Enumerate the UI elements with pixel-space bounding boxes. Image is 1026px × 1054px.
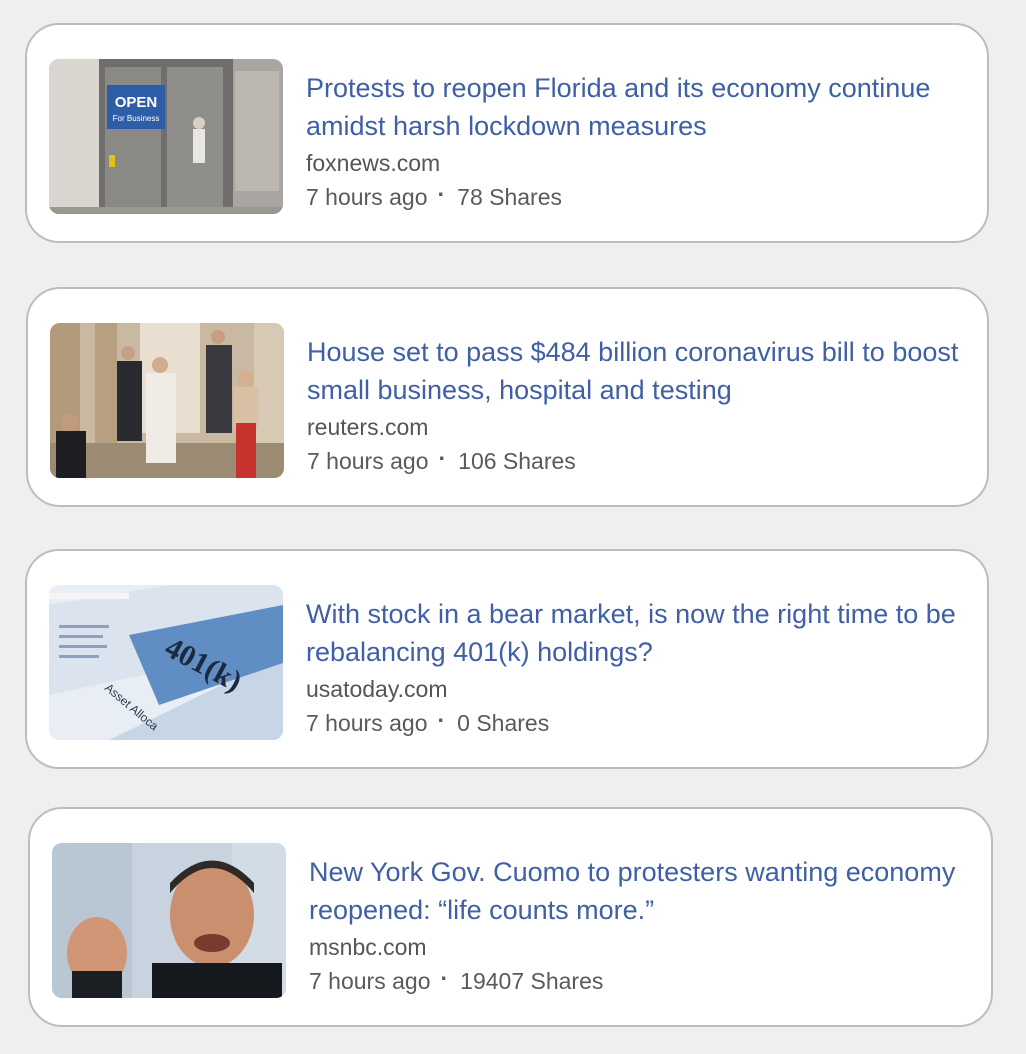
article-thumbnail-cuomo[interactable] bbox=[52, 843, 286, 998]
article-time: 7 hours ago bbox=[306, 710, 428, 736]
meta-separator: · bbox=[438, 445, 447, 471]
article-title-link[interactable]: House set to pass $484 billion coronavir… bbox=[307, 333, 967, 409]
article-title-link[interactable]: Protests to reopen Florida and its econo… bbox=[306, 69, 966, 145]
hallway-people-image bbox=[50, 323, 284, 478]
meta-separator: · bbox=[440, 965, 449, 991]
article-text: Protests to reopen Florida and its econo… bbox=[306, 69, 966, 213]
news-card[interactable]: 401(k) Asset Alloca With stock in a bear… bbox=[25, 549, 989, 769]
article-text: New York Gov. Cuomo to protesters wantin… bbox=[309, 853, 969, 997]
meta-separator: · bbox=[437, 707, 446, 733]
news-card[interactable]: New York Gov. Cuomo to protesters wantin… bbox=[28, 807, 993, 1027]
retirement-documents-image: 401(k) Asset Alloca bbox=[49, 585, 283, 740]
article-meta: 7 hours ago · 78 Shares bbox=[306, 181, 966, 213]
article-source: reuters.com bbox=[307, 414, 429, 440]
article-thumbnail-hallway[interactable] bbox=[50, 323, 284, 478]
news-feed: OPEN For Business Protests to reopen Flo… bbox=[0, 0, 1026, 1054]
article-shares: 78 Shares bbox=[457, 184, 563, 210]
article-text: House set to pass $484 billion coronavir… bbox=[307, 333, 967, 477]
meta-separator: · bbox=[437, 181, 446, 207]
article-title-link[interactable]: With stock in a bear market, is now the … bbox=[306, 595, 966, 671]
article-time: 7 hours ago bbox=[307, 448, 429, 474]
article-title-link[interactable]: New York Gov. Cuomo to protesters wantin… bbox=[309, 853, 969, 929]
sign-open-text: OPEN bbox=[115, 94, 158, 111]
sign-business-text: For Business bbox=[113, 114, 160, 123]
article-source: msnbc.com bbox=[309, 934, 427, 960]
article-shares: 0 Shares bbox=[457, 710, 550, 736]
governor-portrait-image bbox=[52, 843, 286, 998]
news-card[interactable]: OPEN For Business Protests to reopen Flo… bbox=[25, 23, 989, 243]
article-shares: 19407 Shares bbox=[460, 968, 604, 994]
article-thumbnail-401k[interactable]: 401(k) Asset Alloca bbox=[49, 585, 283, 740]
article-meta: 7 hours ago · 0 Shares bbox=[306, 707, 966, 739]
article-meta: 7 hours ago · 19407 Shares bbox=[309, 965, 969, 997]
article-source: usatoday.com bbox=[306, 676, 448, 702]
article-meta: 7 hours ago · 106 Shares bbox=[307, 445, 967, 477]
storefront-image: OPEN For Business bbox=[49, 59, 283, 214]
article-time: 7 hours ago bbox=[306, 184, 428, 210]
article-shares: 106 Shares bbox=[458, 448, 576, 474]
article-thumbnail-storefront[interactable]: OPEN For Business bbox=[49, 59, 283, 214]
article-source: foxnews.com bbox=[306, 150, 441, 176]
article-time: 7 hours ago bbox=[309, 968, 431, 994]
news-card[interactable]: House set to pass $484 billion coronavir… bbox=[26, 287, 989, 507]
article-text: With stock in a bear market, is now the … bbox=[306, 595, 966, 739]
